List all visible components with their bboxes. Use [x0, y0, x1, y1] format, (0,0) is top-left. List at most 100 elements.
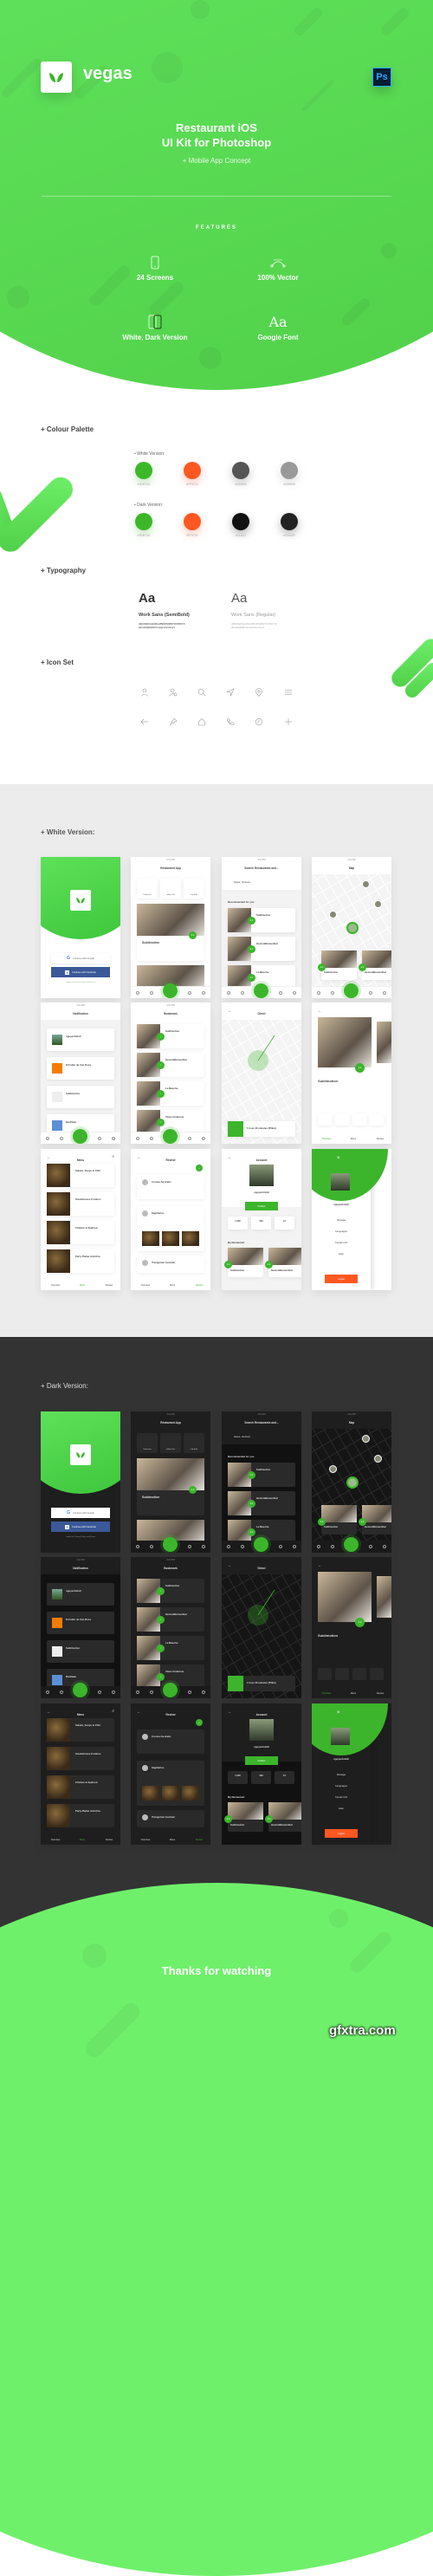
nav-pin-icon[interactable]: [112, 1690, 116, 1694]
nav-search-icon[interactable]: [149, 1136, 153, 1140]
nav-pin-icon[interactable]: [293, 990, 297, 995]
terms-link[interactable]: I agree to Privacy Policy and Terms: [41, 982, 120, 983]
notification-item[interactable]: nguyenhnhdi: [47, 1028, 114, 1051]
nav-pin-icon[interactable]: [293, 1545, 297, 1548]
restaurant-list-item[interactable]: 4.2 Sublimotion: [228, 908, 295, 932]
tab-review[interactable]: Review: [100, 1839, 119, 1841]
nav-search-icon[interactable]: [149, 1690, 153, 1694]
restaurant-card[interactable]: 4.2 HestonBlumenthal: [265, 1248, 301, 1277]
nav-bookmark-icon[interactable]: [188, 1690, 192, 1694]
bookmark-item[interactable]: ✓ La Mascha: [137, 1081, 204, 1106]
nav-location-fab[interactable]: [344, 983, 359, 998]
google-login-button[interactable]: G Continue with Google: [51, 1508, 110, 1518]
tab-menu[interactable]: Menu: [344, 1692, 363, 1695]
tab-review[interactable]: Review: [190, 1839, 209, 1841]
nav-pin-icon[interactable]: [383, 1545, 387, 1548]
map-restaurant-card[interactable]: 4.2 HestonBlumenthal: [359, 951, 391, 980]
action-button[interactable]: [318, 1668, 332, 1680]
nav-home-icon[interactable]: [316, 990, 320, 995]
nav-location-fab[interactable]: [254, 983, 269, 998]
location-field[interactable]: Hanoi, Vietnam: [234, 1435, 250, 1438]
logout-button[interactable]: Logout: [325, 1829, 358, 1838]
notification-item[interactable]: El Celler de Can Roca: [47, 1612, 114, 1634]
notification-item[interactable]: nguyenhnhdi: [47, 1583, 114, 1606]
nav-search-icon[interactable]: [330, 1545, 334, 1548]
drawer-menu-item[interactable]: Manage: [312, 1773, 371, 1776]
nav-location-fab[interactable]: [163, 1683, 178, 1697]
drawer-menu-item[interactable]: Languages: [312, 1230, 371, 1233]
nav-bookmark-icon[interactable]: [279, 990, 283, 995]
drawer-menu-item[interactable]: Contact US: [312, 1241, 371, 1244]
restaurant-list-item[interactable]: 4.2 Sublimotion: [228, 1463, 295, 1487]
map-marker[interactable]: [329, 911, 337, 918]
map-marker-selected[interactable]: [346, 922, 359, 934]
nav-location-fab[interactable]: [163, 1128, 178, 1144]
bookmark-item[interactable]: ✓ Sublimotion: [137, 1024, 204, 1048]
menu-item[interactable]: Party Platter Add-Ons: [47, 1249, 114, 1273]
tab-overview[interactable]: Overview: [136, 1839, 155, 1841]
nav-pin-icon[interactable]: [202, 1690, 206, 1694]
nav-home-icon[interactable]: [316, 1545, 320, 1548]
nav-home-icon[interactable]: [45, 1690, 49, 1694]
tab-review[interactable]: Review: [371, 1138, 390, 1140]
category-tile[interactable]: Club & Bar: [184, 879, 204, 899]
back-arrow-icon[interactable]: ←: [47, 1710, 51, 1715]
back-arrow-icon[interactable]: ←: [137, 1155, 141, 1160]
facebook-login-button[interactable]: f Continue with Facebook: [51, 967, 110, 977]
nav-location-fab[interactable]: [254, 1537, 269, 1552]
nav-bookmark-icon[interactable]: [279, 1545, 283, 1548]
eta-card[interactable]: 1 hour 30 minutes (55km): [228, 1121, 295, 1137]
tab-overview[interactable]: Overview: [136, 1284, 155, 1287]
restaurant-list-item[interactable]: 4.2 HestonBlumenthal: [228, 937, 295, 961]
action-button[interactable]: [370, 1668, 384, 1680]
close-icon[interactable]: ×: [337, 1156, 340, 1161]
search-icon[interactable]: ⌕: [112, 1709, 114, 1714]
map-marker[interactable]: [374, 1455, 382, 1463]
map-marker[interactable]: [374, 900, 382, 908]
review-item[interactable]: Corona Australis: [137, 1175, 204, 1199]
tab-overview[interactable]: Overview: [46, 1284, 65, 1287]
map-marker[interactable]: [362, 1435, 370, 1443]
nav-pin-icon[interactable]: [202, 1545, 206, 1548]
nav-home-icon[interactable]: [226, 990, 230, 995]
tab-review[interactable]: Review: [371, 1692, 390, 1695]
tab-overview[interactable]: Overview: [317, 1692, 336, 1695]
nav-bookmark-icon[interactable]: [98, 1136, 102, 1140]
nav-pin-icon[interactable]: [112, 1136, 116, 1140]
nav-bookmark-icon[interactable]: [188, 1136, 192, 1140]
nav-home-icon[interactable]: [226, 1545, 230, 1548]
action-button[interactable]: [370, 1113, 384, 1126]
eta-card[interactable]: 1 hour 30 minutes (55km): [228, 1676, 295, 1691]
map-restaurant-card[interactable]: 4.2 HestonBlumenthal: [359, 1505, 391, 1535]
notification-item[interactable]: Sublimotion: [47, 1640, 114, 1663]
menu-item[interactable]: Smokehouse Combos: [47, 1747, 114, 1770]
restaurant-card[interactable]: 4.2 Sublimotion: [137, 1458, 204, 1515]
restaurant-card[interactable]: 4.2 Sublimotion: [224, 1248, 263, 1277]
nav-search-icon[interactable]: [59, 1136, 63, 1140]
back-arrow-icon[interactable]: ←: [137, 1710, 141, 1715]
nav-search-icon[interactable]: [240, 990, 244, 995]
bookmark-item[interactable]: ✓ HestonBlumenthal: [137, 1053, 204, 1077]
tab-menu[interactable]: Menu: [73, 1284, 92, 1287]
location-field[interactable]: Hanoi, Vietnam: [234, 880, 250, 884]
action-button[interactable]: [352, 1113, 366, 1126]
action-button[interactable]: [318, 1113, 332, 1126]
drawer-menu-item[interactable]: Manage: [312, 1218, 371, 1222]
follow-button[interactable]: Follow: [245, 1756, 278, 1765]
nav-bookmark-icon[interactable]: [188, 1545, 192, 1548]
menu-item[interactable]: Smokehouse Combos: [47, 1192, 114, 1216]
review-item[interactable]: Corona Australis: [137, 1729, 204, 1754]
tab-menu[interactable]: Menu: [163, 1839, 182, 1841]
menu-item[interactable]: Chicken & Seafood: [47, 1775, 114, 1799]
tab-menu[interactable]: Menu: [344, 1138, 363, 1140]
drawer-menu-item[interactable]: Contact US: [312, 1795, 371, 1799]
tab-overview[interactable]: Overview: [46, 1839, 65, 1841]
nav-search-icon[interactable]: [59, 1690, 63, 1694]
search-icon[interactable]: ⌕: [112, 1154, 114, 1159]
back-arrow-icon[interactable]: ←: [228, 1155, 232, 1160]
search-bar[interactable]: Hanoi, Vietnam: [222, 1427, 301, 1444]
category-tile[interactable]: Coffee & Tea: [160, 879, 181, 899]
restaurant-card[interactable]: 4.2 Sublimotion: [224, 1802, 263, 1832]
nav-search-icon[interactable]: [240, 1545, 244, 1548]
bookmark-item[interactable]: ✓ HestonBlumenthal: [137, 1607, 204, 1632]
